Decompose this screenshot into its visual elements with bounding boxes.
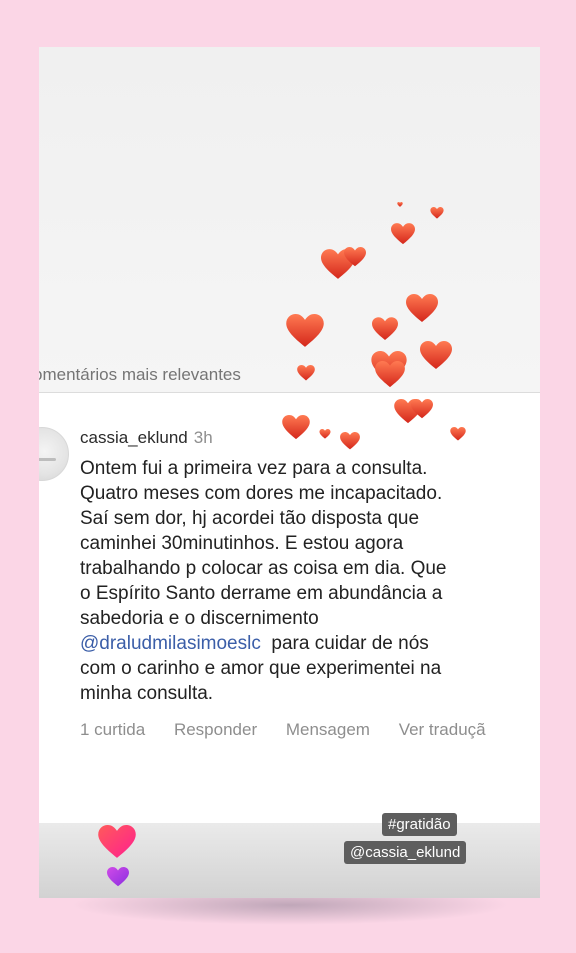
mention-sticker[interactable]: @cassia_eklund	[344, 841, 467, 864]
heart-icon	[282, 415, 310, 440]
heart-icon	[286, 314, 324, 348]
translate-button[interactable]: Ver traduçã	[399, 720, 486, 739]
comment-line: Saí sem dor, hj acordei tão disposta que	[80, 508, 420, 529]
heart-icon	[313, 429, 337, 439]
heart-sticker-icon	[98, 825, 136, 859]
comment-text: Ontem fui a primeira vez para a consulta…	[80, 456, 540, 706]
comment-line: trabalhando p colocar as coisa em dia. Q…	[80, 558, 447, 579]
reply-button[interactable]: Responder	[174, 720, 257, 739]
heart-icon	[297, 365, 315, 381]
heart-icon	[420, 341, 452, 370]
story-card: omentários mais relevantes cassia_eklund…	[39, 47, 540, 898]
hashtag-sticker[interactable]: #gratidão	[382, 813, 457, 836]
message-button[interactable]: Mensagem	[286, 720, 370, 739]
likes-count[interactable]: 1 curtida	[80, 720, 145, 739]
heart-icon	[375, 361, 405, 388]
heart-icon	[344, 247, 366, 267]
heart-icon	[339, 432, 361, 450]
comment-line: com o carinho e amor que experimentei na	[80, 658, 442, 679]
heart-icon	[430, 207, 444, 219]
comment-line-tail: para cuidar de nós	[260, 633, 429, 654]
section-title: omentários mais relevantes	[39, 365, 241, 384]
heart-icon	[406, 294, 438, 323]
comment-actions: 1 curtida Responder Mensagem Ver traduçã	[80, 720, 510, 740]
comment-line: Quatro meses com dores me incapacitado.	[80, 483, 443, 504]
heart-icon	[397, 202, 403, 207]
comment-line-mention: @draludmilasimoeslc para cuidar de nós	[80, 631, 540, 656]
heart-sticker-icon	[107, 867, 129, 887]
comment-header: cassia_eklund 3h	[80, 428, 213, 448]
comment-line: Ontem fui a primeira vez para a consulta…	[80, 458, 428, 479]
comment-line: minha consulta.	[80, 683, 214, 704]
heart-icon	[391, 223, 415, 245]
mention-link[interactable]: @draludmilasimoeslc	[80, 633, 261, 654]
comment-line: o Espírito Santo derrame em abundância a	[80, 583, 443, 604]
heart-icon	[372, 317, 398, 341]
comment-line: caminhei 30minutinhos. E estou agora	[80, 533, 404, 554]
username[interactable]: cassia_eklund	[80, 428, 188, 447]
comment-line: sabedoria e o discernimento	[80, 608, 319, 629]
timestamp: 3h	[193, 428, 213, 447]
heart-icon	[450, 427, 466, 441]
heart-icon	[411, 399, 433, 419]
